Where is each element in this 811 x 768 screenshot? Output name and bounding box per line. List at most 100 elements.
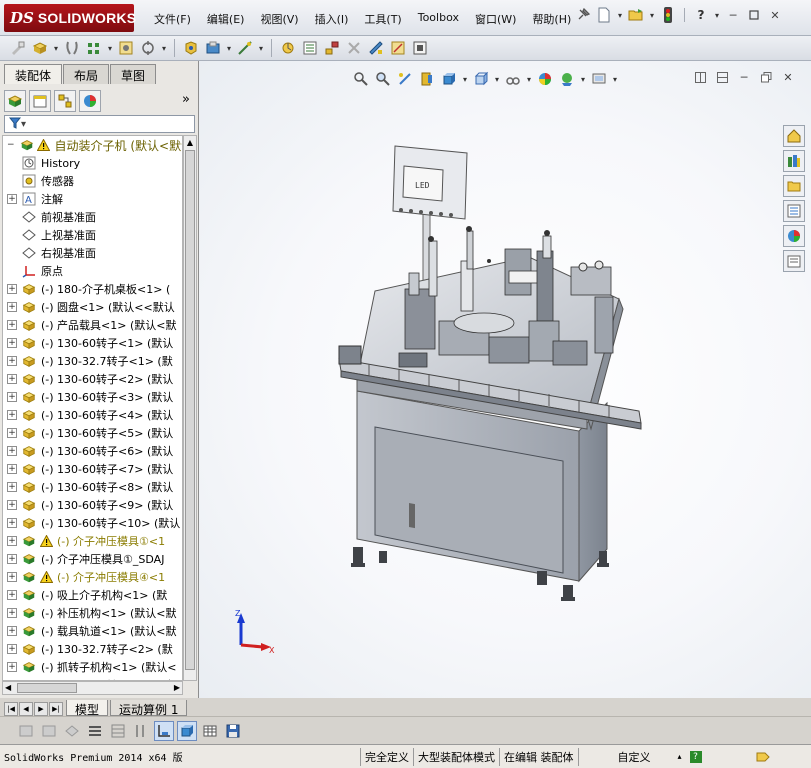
motion-tool-2-icon[interactable] <box>39 721 59 741</box>
status-custom[interactable]: 自定义 <box>614 748 674 766</box>
expand-icon[interactable]: + <box>7 392 17 402</box>
tree-item[interactable]: 右视基准面 <box>3 244 182 262</box>
traffic-light-icon[interactable] <box>659 6 677 24</box>
chevron-down-icon[interactable]: ▾ <box>257 44 265 53</box>
chevron-down-icon[interactable]: ▾ <box>21 119 26 130</box>
home-icon[interactable] <box>783 125 805 147</box>
menu-help[interactable]: 帮助(H) <box>524 10 579 28</box>
new-document-icon[interactable] <box>595 6 613 24</box>
tab-layout[interactable]: 布局 <box>63 64 110 84</box>
file-explorer-icon[interactable] <box>783 175 805 197</box>
edit-component-icon[interactable] <box>8 38 28 58</box>
feature-tree-icon[interactable] <box>4 90 26 112</box>
minimize-icon[interactable]: ─ <box>724 7 742 23</box>
tree-item[interactable]: + (-) 130-60转子<5> (默认 <box>3 424 182 442</box>
expand-icon[interactable]: + <box>7 500 17 510</box>
motion-tool-1-icon[interactable] <box>16 721 36 741</box>
property-manager-icon[interactable] <box>29 90 51 112</box>
show-hidden-icon[interactable] <box>181 38 201 58</box>
tree-item[interactable]: + (-) 抓转子机构<1> (默认< <box>3 658 182 676</box>
graphics-area[interactable]: ▾ ▾ ▾ ▾ ▾ ─ ✕ LED Z X <box>199 61 811 698</box>
tab-motion-study[interactable]: 运动算例 1 <box>110 700 188 717</box>
tree-item[interactable]: + (-) 130-60转子<4> (默认 <box>3 406 182 424</box>
reference-geometry-icon[interactable] <box>235 38 255 58</box>
tree-item[interactable]: + (-) 补压机构<1> (默认<默 <box>3 604 182 622</box>
tree-item[interactable]: + (-) 吸上介子机构<1> (默 <box>3 586 182 604</box>
move-component-icon[interactable] <box>138 38 158 58</box>
bill-of-materials-icon[interactable] <box>300 38 320 58</box>
display-manager-icon[interactable] <box>79 90 101 112</box>
tree-item[interactable]: 原点 <box>3 262 182 280</box>
chevron-down-icon[interactable]: ▾ <box>160 44 168 53</box>
exploded-view-icon[interactable] <box>322 38 342 58</box>
key-frame-icon[interactable] <box>154 720 174 741</box>
grid-view-icon[interactable] <box>108 721 128 741</box>
tree-item[interactable]: + (-) 介子冲压模具④<1 <box>3 568 182 586</box>
expand-icon[interactable]: + <box>7 320 17 330</box>
tree-item[interactable]: + (-) 载具轨道<1> (默认<默 <box>3 622 182 640</box>
expand-icon[interactable]: + <box>7 464 17 474</box>
tree-item[interactable]: 上视基准面 <box>3 226 182 244</box>
expand-icon[interactable]: + <box>7 518 17 528</box>
chevron-down-icon[interactable]: ▾ <box>225 44 233 53</box>
chevron-down-icon[interactable]: ▾ <box>106 44 114 53</box>
list-view-icon[interactable] <box>85 721 105 741</box>
tree-item[interactable]: + (-) 130-60转子<7> (默认 <box>3 460 182 478</box>
scroll-thumb[interactable] <box>17 683 77 693</box>
expand-icon[interactable]: + <box>7 356 17 366</box>
expand-icon[interactable]: + <box>7 194 17 204</box>
expand-icon[interactable]: + <box>7 608 17 618</box>
cube-icon[interactable] <box>177 720 197 741</box>
restore-icon[interactable] <box>745 7 763 23</box>
tree-item[interactable]: 传感器 <box>3 172 182 190</box>
save-icon[interactable] <box>223 721 243 741</box>
explode-line-sketch-icon[interactable] <box>344 38 364 58</box>
linear-pattern-icon[interactable] <box>84 38 104 58</box>
tree-item[interactable]: History <box>3 154 182 172</box>
tree-item[interactable]: + (-) 130-32.7转子<2> (默 <box>3 640 182 658</box>
help-icon[interactable]: ? <box>692 6 710 24</box>
pin-icon[interactable] <box>574 6 592 24</box>
close-icon[interactable]: ✕ <box>766 7 784 23</box>
tree-item[interactable]: − 自动装介子机 (默认<默认 <box>3 136 182 154</box>
table-icon[interactable] <box>200 721 220 741</box>
chevron-down-icon[interactable]: ▾ <box>616 11 624 20</box>
menu-tools[interactable]: 工具(T) <box>356 10 409 28</box>
first-tab-icon[interactable]: |◀ <box>4 702 18 716</box>
chevron-down-icon[interactable]: ▾ <box>713 11 721 20</box>
new-motion-study-icon[interactable] <box>278 38 298 58</box>
motion-tool-3-icon[interactable] <box>62 721 82 741</box>
mate-icon[interactable] <box>62 38 82 58</box>
tree-item[interactable]: + (-) 介子冲压模具①<1 <box>3 532 182 550</box>
tree-item[interactable]: + (-) 介子冲压模具①_SDAJ <box>3 550 182 568</box>
tab-sketch[interactable]: 草图 <box>110 64 157 84</box>
tree-item[interactable]: + (-) 130-60转子<6> (默认 <box>3 442 182 460</box>
clearance-verification-icon[interactable] <box>388 38 408 58</box>
appearances-icon[interactable] <box>783 225 805 247</box>
timeline-icon[interactable] <box>131 721 151 741</box>
interference-detection-icon[interactable] <box>366 38 386 58</box>
expand-icon[interactable]: + <box>7 590 17 600</box>
expand-icon[interactable]: + <box>7 284 17 294</box>
open-folder-icon[interactable] <box>627 6 645 24</box>
expand-icon[interactable]: + <box>7 554 17 564</box>
menu-insert[interactable]: 插入(I) <box>307 10 357 28</box>
menu-file[interactable]: 文件(F) <box>146 10 199 28</box>
expand-icon[interactable]: + <box>7 644 17 654</box>
tree-item[interactable]: + A 注解 <box>3 190 182 208</box>
scroll-up-icon[interactable]: ▲ <box>184 136 196 148</box>
machine-3d-model[interactable]: LED Z X <box>199 61 811 698</box>
tag-icon[interactable] <box>752 748 774 766</box>
tree-item[interactable]: + (-) 130-60转子<10> (默认 <box>3 514 182 532</box>
tab-model[interactable]: 模型 <box>66 700 109 717</box>
menu-toolbox[interactable]: Toolbox <box>410 10 467 28</box>
menu-edit[interactable]: 编辑(E) <box>199 10 253 28</box>
expand-icon[interactable]: + <box>7 410 17 420</box>
menu-window[interactable]: 窗口(W) <box>467 10 524 28</box>
tree-item[interactable]: + (-) 130-60转子<1> (默认 <box>3 334 182 352</box>
chevron-right-icon[interactable]: » <box>182 92 190 107</box>
status-help[interactable]: ? <box>686 748 706 766</box>
tree-filter[interactable]: ▾ <box>4 115 195 133</box>
tree-horizontal-scrollbar[interactable]: ◀ ▶ <box>2 681 183 695</box>
tab-assembly[interactable]: 装配体 <box>4 64 63 84</box>
